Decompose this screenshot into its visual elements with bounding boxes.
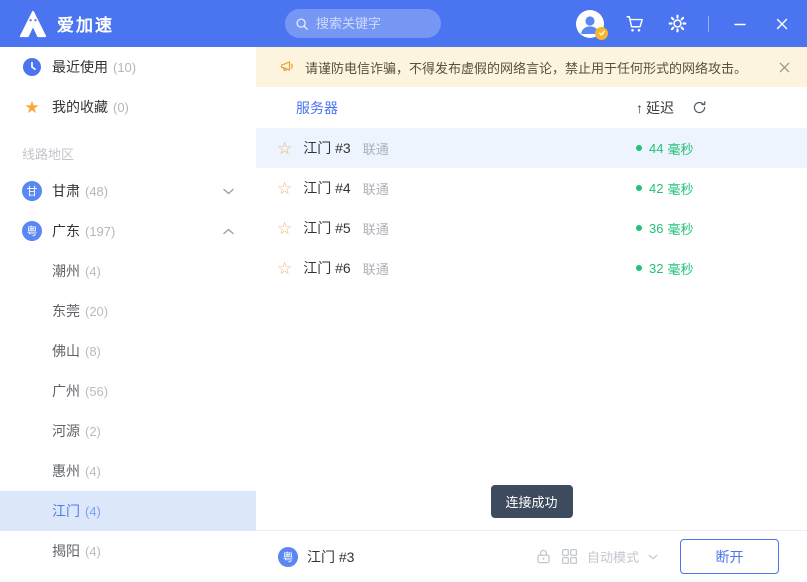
region-label: 广东 [52,223,80,239]
region-badge: 粤 [22,221,42,241]
column-server-label: 服务器 [296,99,338,116]
favorite-star-icon[interactable]: ☆ [277,180,292,197]
sidebar-city-jiangmen[interactable]: 江门 (4) [0,491,256,531]
sidebar-item-count: (0) [113,99,129,115]
column-latency-label[interactable]: 延迟 [646,98,674,118]
server-row[interactable]: ☆ 江门 #6 联通 32 毫秒 [256,248,807,288]
minimize-button[interactable] [729,13,751,35]
region-label: 甘肃 [52,183,80,199]
main-panel: 请谨防电信诈骗，不得发布虚假的网络言论，禁止用于任何形式的网络攻击。 服务器 ↑… [256,47,807,582]
sidebar-section-label: 线路地区 [22,146,75,162]
sidebar-city-heyuan[interactable]: 河源 (2) [0,411,256,451]
lock-icon [535,548,552,565]
sidebar-item-label: 最近使用 [52,59,108,75]
sidebar-item-recent[interactable]: 最近使用 (10) [0,47,256,87]
search-input[interactable] [316,16,426,31]
warning-text: 请谨防电信诈骗，不得发布虚假的网络言论，禁止用于任何形式的网络攻击。 [305,60,748,76]
server-list-header: 服务器 ↑ 延迟 [256,87,807,128]
current-server-name: 江门 #3 [307,548,355,565]
warning-banner: 请谨防电信诈骗，不得发布虚假的网络言论，禁止用于任何形式的网络攻击。 [256,47,807,87]
sort-ascending-icon[interactable]: ↑ [636,100,643,116]
server-list: ☆ 江门 #3 联通 44 毫秒 ☆ 江门 #4 联通 42 毫秒 ☆ 江门 #… [256,128,807,288]
user-avatar[interactable] [576,9,608,40]
region-count: (197) [85,223,116,239]
status-dot [636,145,642,151]
sidebar-city-huizhou[interactable]: 惠州 (4) [0,451,256,491]
cart-icon[interactable] [624,13,646,35]
region-badge: 甘 [22,181,42,201]
server-row[interactable]: ☆ 江门 #3 联通 44 毫秒 [256,128,807,168]
chevron-up-icon [223,228,234,235]
toast-message: 连接成功 [490,485,573,518]
latency-value: 32 毫秒 [636,259,693,278]
banner-close-icon[interactable] [778,61,791,74]
server-row[interactable]: ☆ 江门 #4 联通 42 毫秒 [256,168,807,208]
app-title: 爱加速 [57,16,114,35]
latency-value: 36 毫秒 [636,219,693,238]
sidebar-city-dongguan[interactable]: 东莞 (20) [0,291,256,331]
sidebar-region-gansu[interactable]: 甘 甘肃 (48) [0,171,256,211]
close-window-button[interactable] [771,13,793,35]
logo-icon [19,10,47,37]
sidebar-city-guangzhou[interactable]: 广州 (56) [0,371,256,411]
sidebar-city-foshan[interactable]: 佛山 (8) [0,331,256,371]
status-dot [636,185,642,191]
latency-value: 44 毫秒 [636,139,693,158]
search-box[interactable] [285,9,441,38]
settings-gear-icon[interactable] [666,13,688,35]
favorite-star-icon[interactable]: ☆ [277,260,292,277]
clock-icon [22,58,42,76]
chevron-down-icon [223,188,234,195]
search-icon [296,17,308,30]
topbar-divider [708,15,709,32]
favorite-star-icon[interactable]: ☆ [277,220,292,237]
server-row[interactable]: ☆ 江门 #5 联通 36 毫秒 [256,208,807,248]
mode-selector-label[interactable]: 自动模式 [587,547,639,566]
vip-badge-icon [595,26,608,40]
disconnect-button[interactable]: 断开 [680,539,779,574]
topbar-actions [576,0,793,47]
region-count: (48) [85,183,109,199]
app-window: 爱加速 搜索关键字 最近使用 (10) ★ 我的收藏 (0) 线路地区 甘 甘肃… [0,0,807,582]
chevron-down-icon[interactable] [648,554,658,560]
sidebar-item-favorites[interactable]: ★ 我的收藏 (0) [0,87,256,127]
status-dot [636,265,642,271]
sidebar-item-label: 我的收藏 [52,99,108,115]
topbar: 爱加速 [0,0,807,47]
sidebar-city-chaozhou[interactable]: 潮州 (4) [0,251,256,291]
status-bar: 粤 江门 #3 自动模式 断开 [256,530,807,582]
megaphone-icon [280,61,293,72]
status-dot [636,225,642,231]
latency-value: 42 毫秒 [636,179,693,198]
refresh-icon[interactable] [692,100,707,115]
app-logo: 爱加速 [18,9,114,39]
sidebar-item-count: (10) [113,59,137,75]
current-region-badge: 粤 [278,546,298,567]
sidebar-city-jieyang[interactable]: 揭阳 (4) [0,531,256,571]
sidebar: 最近使用 (10) ★ 我的收藏 (0) 线路地区 甘 甘肃 (48) 粤 广东… [0,47,256,582]
sidebar-region-guangdong[interactable]: 粤 广东 (197) [0,211,256,251]
mode-grid-icon[interactable] [561,548,578,565]
favorite-star-icon[interactable]: ☆ [277,140,292,157]
star-icon: ★ [24,97,40,117]
